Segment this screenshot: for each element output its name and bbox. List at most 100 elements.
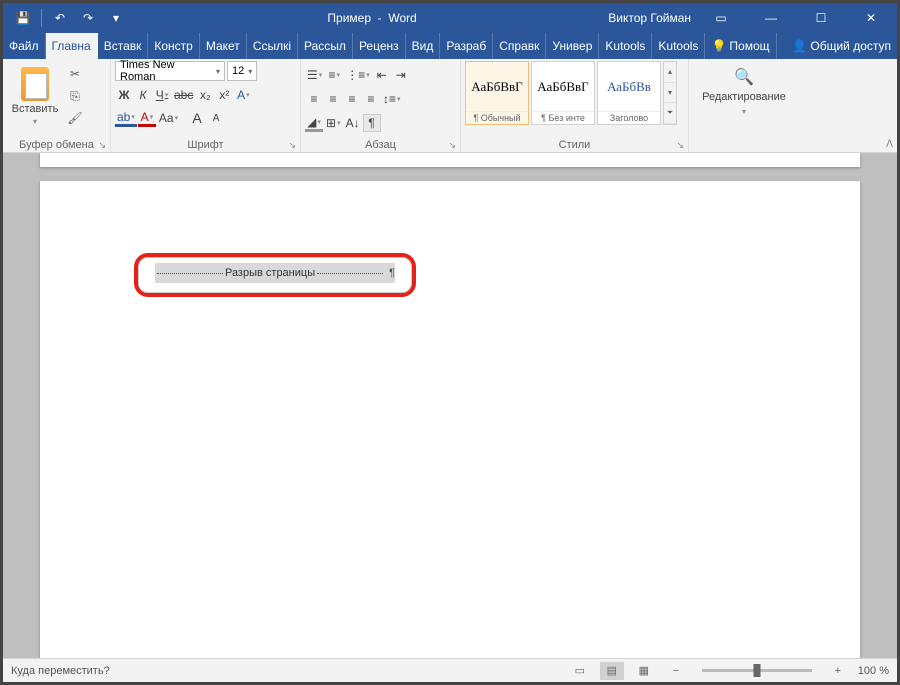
share-button[interactable]: 👤 Общий доступ [786,33,897,59]
styles-group-label: Стили ↘ [465,138,684,152]
editing-button[interactable]: 🔍 Редактирование ▾ [694,61,794,116]
styles-scroll: ▴ ▾ ⏷ [663,61,677,125]
sort-button[interactable]: A↓ [344,114,362,132]
tab-design[interactable]: Констр [148,33,199,59]
change-case-button[interactable]: Aa [157,109,180,127]
multilevel-button[interactable]: ⋮≡ [344,66,372,84]
show-marks-button[interactable]: ¶ [363,114,381,132]
strike-button[interactable]: abc [172,86,195,104]
zoom-thumb[interactable] [753,664,760,677]
line-spacing-button[interactable]: ↕≡ [381,90,403,108]
grow-font-button[interactable]: A [188,109,206,127]
bold-button[interactable]: Ж [115,86,133,104]
font-group-label: Шрифт ↘ [115,138,296,152]
zoom-in-icon[interactable]: + [826,662,850,680]
editing-group-label [693,138,795,152]
print-layout-icon[interactable]: ▤ [600,662,624,680]
tab-view[interactable]: Вид [406,33,441,59]
italic-button[interactable]: К [134,86,152,104]
bullets-button[interactable]: ☰ [305,66,324,84]
font-color-button[interactable]: A [138,109,156,127]
style-no-spacing[interactable]: АаБбВвГ ¶ Без инте [531,61,595,125]
app-name: Word [388,11,416,25]
clipboard-group-label: Буфер обмена ↘ [7,138,106,152]
tab-kutools[interactable]: Kutools [599,33,652,59]
align-center-button[interactable]: ≡ [324,90,342,108]
zoom-slider[interactable] [702,669,812,672]
collapse-ribbon-icon[interactable]: ᐱ [886,139,893,150]
close-icon[interactable]: ✕ [851,6,891,30]
align-right-button[interactable]: ≡ [343,90,361,108]
maximize-icon[interactable]: ☐ [801,6,841,30]
tab-review[interactable]: Реценз [353,33,406,59]
style-preview: АаБбВвГ [466,62,528,111]
paste-button[interactable]: Вставить ▾ [7,61,63,131]
justify-button[interactable]: ≡ [362,90,380,108]
titlebar: 💾 ↶ ↷ ▾ Пример - Word Виктор Гойман ▭ — … [3,3,897,33]
save-icon[interactable]: 💾 [11,6,35,30]
tab-developer[interactable]: Разраб [440,33,493,59]
shrink-font-button[interactable]: A [207,109,225,127]
format-painter-icon[interactable]: 🖌 [65,109,85,127]
group-paragraph: ☰ ≡ ⋮≡ ⇤ ⇥ ≡ ≡ ≡ ≡ ↕≡ ◢ ⊞ A↓ ¶ [301,59,461,152]
style-heading1[interactable]: АаБбВв Заголово [597,61,661,125]
tab-references[interactable]: Ссылкі [247,33,298,59]
tab-file[interactable]: Файл [3,33,46,59]
increase-indent-button[interactable]: ⇥ [392,66,410,84]
font-name-combo[interactable]: Times New Roman [115,61,225,81]
qat-customize-icon[interactable]: ▾ [104,6,128,30]
page[interactable]: Разрыв страницы ¶ [40,181,860,658]
paste-label: Вставить [12,103,59,115]
borders-button[interactable]: ⊞ [324,114,343,132]
tab-layout[interactable]: Макет [200,33,247,59]
style-preview: АаБбВв [598,62,660,111]
zoom-level[interactable]: 100 % [858,665,889,677]
tab-help[interactable]: Справк [493,33,546,59]
tab-univer[interactable]: Универ [546,33,599,59]
styles-up-icon[interactable]: ▴ [664,62,676,83]
style-name-label: ¶ Без инте [532,111,594,124]
web-layout-icon[interactable]: ▦ [632,662,656,680]
zoom-out-icon[interactable]: − [664,662,688,680]
tab-home[interactable]: Главна [46,33,98,59]
lightbulb-icon: 💡 [711,39,726,53]
document-area[interactable]: Разрыв страницы ¶ [3,153,897,658]
styles-down-icon[interactable]: ▾ [664,83,676,104]
shading-button[interactable]: ◢ [305,114,323,132]
decrease-indent-button[interactable]: ⇤ [373,66,391,84]
paragraph-dialog-launcher[interactable]: ↘ [448,140,456,151]
group-clipboard: Вставить ▾ ✂ ⎘ 🖌 Буфер обмена ↘ [3,59,111,152]
subscript-button[interactable]: x₂ [196,86,214,104]
ribbon: Вставить ▾ ✂ ⎘ 🖌 Буфер обмена ↘ Times Ne… [3,59,897,153]
find-icon: 🔍 [734,67,754,87]
redo-icon[interactable]: ↷ [76,6,100,30]
tell-me-label: Помощ [729,39,769,53]
text-highlight-button[interactable]: ab [115,109,137,127]
text-effects-button[interactable]: A [234,86,252,104]
undo-icon[interactable]: ↶ [48,6,72,30]
window-title: Пример - Word [136,11,608,25]
numbering-button[interactable]: ≡ [325,66,343,84]
share-label: Общий доступ [810,39,891,53]
font-dialog-launcher[interactable]: ↘ [288,140,296,151]
annotation-highlight [134,253,416,297]
copy-icon[interactable]: ⎘ [65,87,85,105]
style-normal[interactable]: АаБбВвГ ¶ Обычный [465,61,529,125]
ribbon-options-icon[interactable]: ▭ [701,6,741,30]
styles-dialog-launcher[interactable]: ↘ [676,140,684,151]
clipboard-dialog-launcher[interactable]: ↘ [98,140,106,151]
tell-me[interactable]: 💡 Помощ [705,33,776,59]
font-size-combo[interactable]: 12 [227,61,257,81]
superscript-button[interactable]: x² [215,86,233,104]
tab-kutools-plus[interactable]: Kutools [652,33,705,59]
previous-page-edge [40,153,860,167]
qat-separator [41,9,42,27]
minimize-icon[interactable]: — [751,6,791,30]
read-mode-icon[interactable]: ▭ [568,662,592,680]
tab-insert[interactable]: Вставк [98,33,149,59]
align-left-button[interactable]: ≡ [305,90,323,108]
underline-button[interactable]: Ч [153,86,171,104]
styles-more-icon[interactable]: ⏷ [664,103,676,124]
tab-mailings[interactable]: Рассыл [298,33,353,59]
cut-icon[interactable]: ✂ [65,65,85,83]
